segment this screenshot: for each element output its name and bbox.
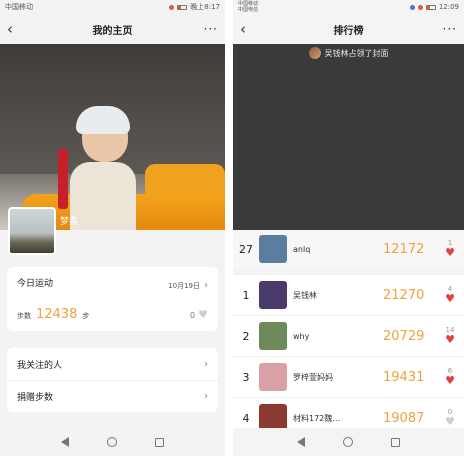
like-group: 4 ♥ <box>439 286 461 305</box>
back-nav-icon[interactable] <box>297 437 305 447</box>
page-title: 我的主页 <box>92 25 133 37</box>
cover-child-hat <box>76 106 130 134</box>
cover-owner-text: 吴钱林占领了封面 <box>324 48 389 58</box>
rank-number: 2 <box>242 329 250 343</box>
status-bar: 中国移动 晚上8:17 <box>0 0 225 14</box>
steps-row: 步数 12438 步 0 ♥ <box>7 297 218 327</box>
page-title: 排行榜 <box>333 25 364 37</box>
profile-cover-photo <box>0 44 225 230</box>
username: 梦鑫 <box>60 217 79 227</box>
menu-item-following[interactable]: 我关注的人 › <box>7 348 218 380</box>
steps-unit: 步 <box>82 311 90 320</box>
avatar[interactable] <box>259 281 287 309</box>
rank-row[interactable]: 2 why 20729 14 ♥ <box>233 315 464 356</box>
home-nav-icon[interactable] <box>343 437 353 447</box>
rank-steps: 19087 <box>383 410 425 426</box>
heart-icon[interactable]: ♥ <box>445 334 455 345</box>
chevron-right-icon: › <box>204 391 208 402</box>
system-nav-bar <box>0 428 225 456</box>
chevron-right-icon: › <box>204 279 208 291</box>
cover-red-object <box>58 149 68 209</box>
home-nav-icon[interactable] <box>107 437 117 447</box>
rank-number: 3 <box>242 370 250 384</box>
carrier-label: 中国电信 <box>238 7 259 13</box>
status-icons: 12:09 <box>409 3 459 11</box>
like-group: 6 ♥ <box>439 368 461 387</box>
status-icons: 晚上8:17 <box>169 2 220 12</box>
rank-number: 27 <box>239 242 253 256</box>
today-date: 10月19日 <box>168 281 200 290</box>
rank-name: 吴钱林 <box>293 290 317 300</box>
rank-number: 4 <box>242 411 250 425</box>
rank-name: anlq <box>293 244 311 254</box>
rank-row[interactable]: 1 吴钱林 21270 4 ♥ <box>233 274 464 315</box>
leaderboard-cover: 吴钱林占领了封面 <box>233 44 464 230</box>
clock-label: 12:09 <box>438 3 459 11</box>
carrier-group: 中国移动 中国电信 <box>238 1 258 13</box>
steps-count: 12438 <box>36 306 78 322</box>
heart-icon[interactable]: ♥ <box>445 293 455 304</box>
today-date-group: 10月19日 › <box>168 273 208 292</box>
today-label: 今日运动 <box>17 278 54 289</box>
rank-steps: 19431 <box>383 369 425 385</box>
carrier-label: 中国移动 <box>5 3 33 11</box>
back-nav-icon[interactable] <box>61 437 69 447</box>
likes-count: 0 <box>190 310 196 320</box>
status-bar: 中国移动 中国电信 12:09 <box>233 0 464 14</box>
recents-nav-icon[interactable] <box>155 437 164 447</box>
avatar[interactable] <box>259 363 287 391</box>
menu-item-label: 我关注的人 <box>17 360 63 371</box>
likes-group: 0 ♥ <box>190 303 208 322</box>
right-phone-screen: 中国移动 中国电信 12:09 ‹ 排行榜 ··· 吴钱林占领了封面 27 anl… <box>233 0 464 456</box>
rank-name: 罗梓萱妈妈 <box>293 372 333 382</box>
battery-icon <box>177 4 188 10</box>
nav-bar: ‹ 排行榜 ··· <box>233 14 464 44</box>
heart-icon[interactable]: ♥ <box>445 247 455 258</box>
steps-group: 步数 12438 步 <box>17 303 89 322</box>
heart-icon[interactable]: ♥ <box>198 308 208 321</box>
heart-icon[interactable]: ♥ <box>445 416 455 427</box>
rank-row[interactable]: 3 罗梓萱妈妈 19431 6 ♥ <box>233 356 464 397</box>
cover-child-body <box>70 162 136 230</box>
rank-steps: 12172 <box>383 241 425 257</box>
more-icon[interactable]: ··· <box>435 22 457 36</box>
menu-item-label: 捐赠步数 <box>17 393 54 403</box>
back-icon[interactable]: ‹ <box>7 20 29 38</box>
my-rank-row[interactable]: 27 anlq 12172 1 ♥ <box>233 230 464 268</box>
rank-name: 材料172魏… <box>293 413 341 423</box>
today-activity-card[interactable]: 今日运动 10月19日 › 步数 12438 步 0 ♥ <box>7 267 218 331</box>
battery-icon <box>425 4 436 10</box>
like-group: 1 ♥ <box>439 240 461 259</box>
leaderboard-list: 27 anlq 12172 1 ♥ 1 吴钱林 21270 4 ♥ 2 why 20729 14 ♥ 3 罗梓萱… <box>233 230 464 438</box>
avatar[interactable] <box>8 207 56 255</box>
rank-steps: 21270 <box>383 287 425 303</box>
nav-bar: ‹ 我的主页 ··· <box>0 14 225 44</box>
like-group: 0 ♥ <box>439 409 461 428</box>
clock-label: 晚上8:17 <box>190 3 220 11</box>
avatar[interactable] <box>259 322 287 350</box>
like-group: 14 ♥ <box>439 327 461 346</box>
system-nav-bar <box>233 428 464 456</box>
alarm-icon <box>169 4 175 10</box>
left-phone-screen: 中国移动 晚上8:17 ‹ 我的主页 ··· 梦鑫 今日运动 10月19日 › <box>0 0 225 456</box>
rank-name: why <box>293 331 310 341</box>
notification-icon <box>417 4 423 10</box>
menu-item-donate-steps[interactable]: 捐赠步数 › <box>7 380 218 412</box>
heart-icon[interactable]: ♥ <box>445 375 455 386</box>
rank-steps: 20729 <box>383 328 425 344</box>
avatar <box>308 47 321 59</box>
recents-nav-icon[interactable] <box>391 437 400 447</box>
more-icon[interactable]: ··· <box>196 22 218 36</box>
menu-card: 我关注的人 › 捐赠步数 › <box>7 348 218 412</box>
chevron-right-icon: › <box>204 358 208 370</box>
rank-number: 1 <box>242 288 250 302</box>
cover-owner-note: 吴钱林占领了封面 <box>233 44 464 62</box>
back-icon[interactable]: ‹ <box>240 20 262 38</box>
steps-label: 步数 <box>17 311 31 320</box>
notification-icon <box>409 4 415 10</box>
today-header[interactable]: 今日运动 10月19日 › <box>7 267 218 297</box>
avatar[interactable] <box>259 235 287 263</box>
